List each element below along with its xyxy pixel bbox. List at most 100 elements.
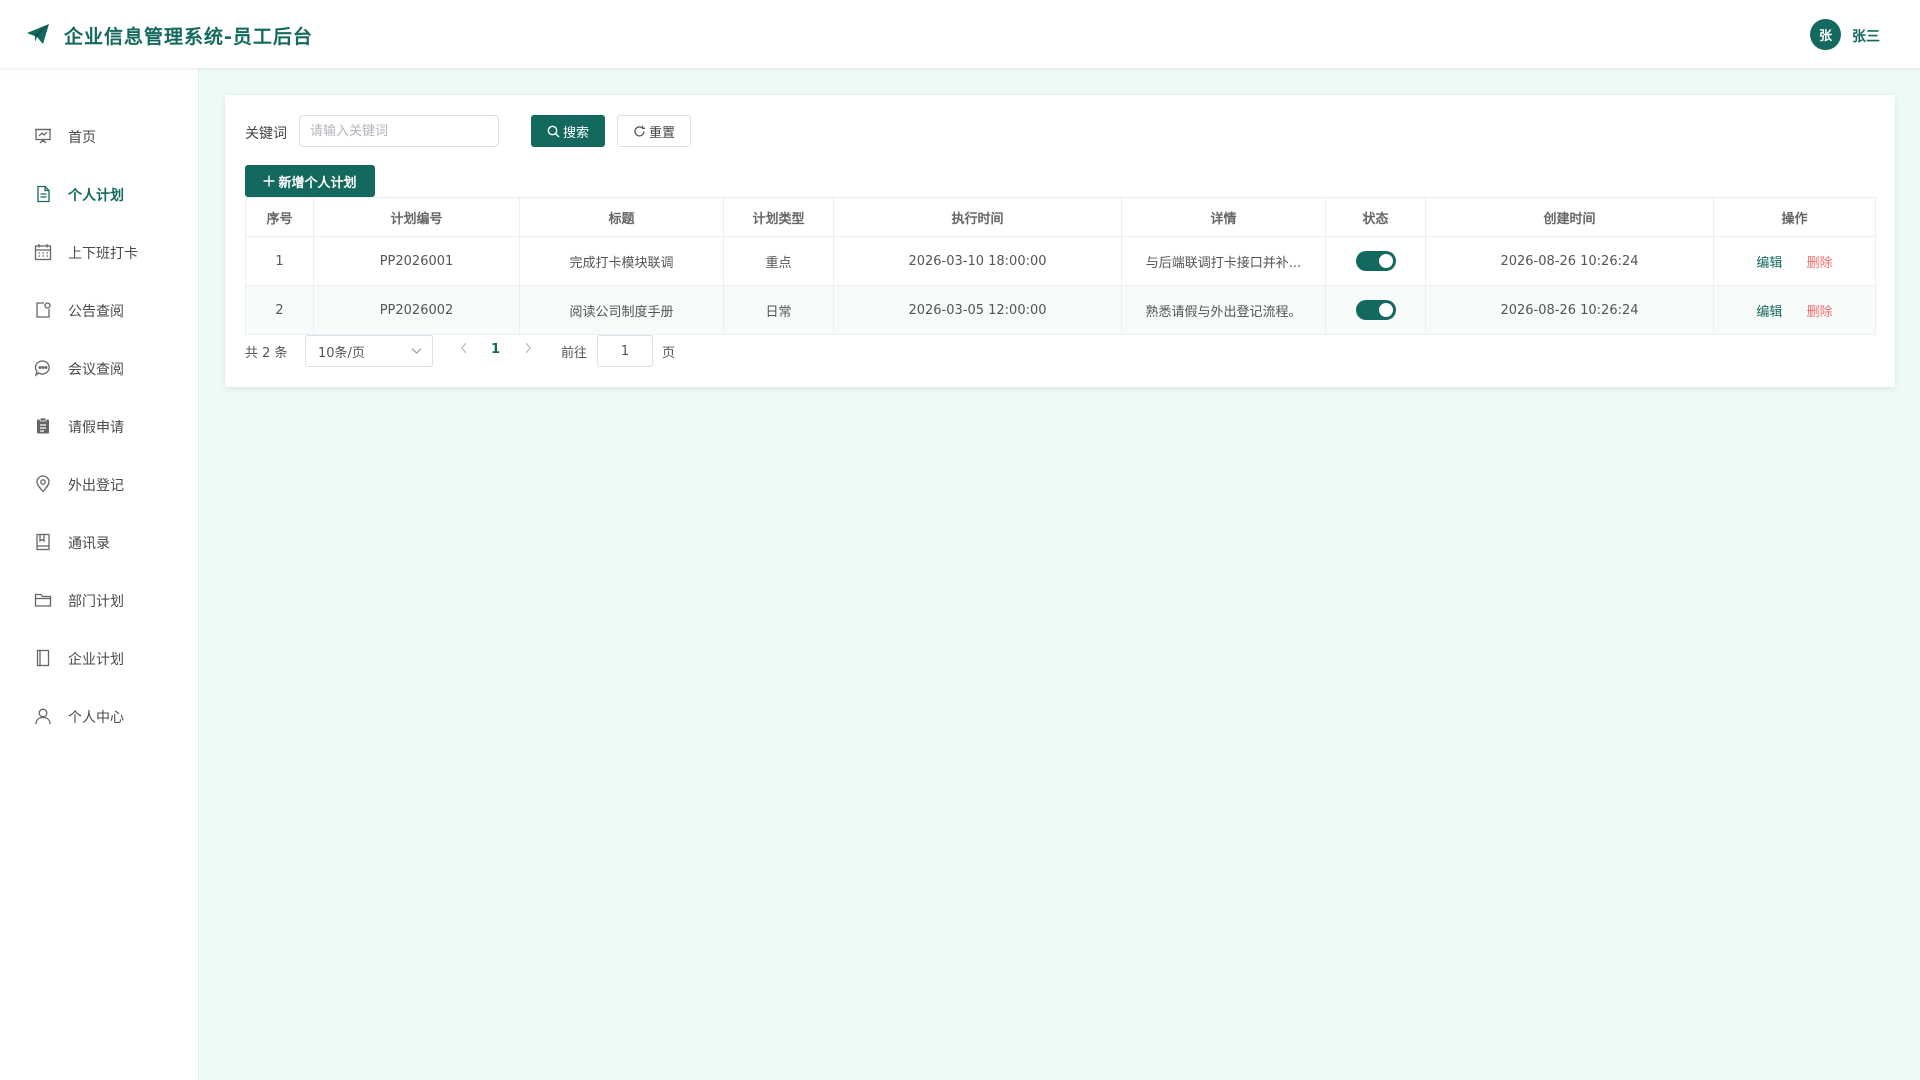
page-size-select[interactable]: 10条/页	[305, 335, 433, 367]
table-header-row: 序号 计划编号 标题 计划类型 执行时间 详情 状态 创建时间 操作	[245, 197, 1876, 237]
sidebar-item-label: 外出登记	[68, 478, 124, 494]
add-plan-button-label: 新增个人计划	[278, 175, 357, 191]
sidebar-item-personal-plan[interactable]: 个人计划	[0, 174, 199, 214]
cell-actions: 编辑 删除	[1713, 236, 1876, 286]
goto-label: 前往	[561, 346, 588, 361]
sidebar-item-outing[interactable]: 外出登记	[0, 464, 199, 504]
cell-type: 重点	[723, 236, 834, 286]
sidebar-item-leave[interactable]: 请假申请	[0, 406, 199, 446]
sidebar-item-dept-plan[interactable]: 部门计划	[0, 580, 199, 620]
cell-status	[1325, 236, 1426, 286]
cell-title: 完成打卡模块联调	[519, 236, 724, 286]
column-header-index: 序号	[245, 197, 314, 237]
toggle-knob	[1378, 303, 1393, 317]
search-button-label: 搜索	[562, 125, 589, 141]
cell-created: 2026-08-26 10:26:24	[1425, 285, 1714, 335]
calendar-icon	[34, 244, 52, 261]
column-header-status: 状态	[1325, 197, 1426, 237]
keyword-label: 关键词	[245, 126, 287, 142]
sidebar-item-label: 通讯录	[68, 536, 110, 552]
edit-link[interactable]: 编辑	[1756, 305, 1782, 320]
cell-code: PP2026002	[313, 285, 520, 335]
goto-page-input[interactable]	[597, 335, 653, 367]
table-row: 1 PP2026001 完成打卡模块联调 重点 2026-03-10 18:00…	[245, 236, 1876, 286]
search-button[interactable]: 搜索	[531, 115, 605, 147]
page-unit-label: 页	[662, 346, 676, 361]
sidebar-item-label: 部门计划	[68, 594, 124, 610]
document-icon	[37, 185, 50, 203]
paper-plane-icon	[27, 24, 49, 44]
total-count: 共 2 条	[245, 346, 288, 361]
sidebar-item-contacts[interactable]: 通讯录	[0, 522, 199, 562]
notebook-icon	[36, 533, 50, 551]
column-header-title: 标题	[519, 197, 724, 237]
cell-actions: 编辑 删除	[1713, 285, 1876, 335]
cell-exec-time: 2026-03-10 18:00:00	[833, 236, 1122, 286]
search-icon	[547, 125, 560, 137]
book-icon	[36, 649, 50, 667]
sidebar-item-meetings[interactable]: 会议查阅	[0, 348, 199, 388]
sidebar-item-clock-in[interactable]: 上下班打卡	[0, 232, 199, 272]
page-number-current[interactable]: 1	[491, 342, 500, 357]
content-card: 关键词 搜索 重置 新增个人计划 序号 计划编号 标题 计划类型 执行	[225, 95, 1895, 387]
reset-button-label: 重置	[648, 125, 675, 141]
cell-index: 2	[245, 285, 314, 335]
sidebar: 首页 个人计划 上下班打卡 公告查阅 会议查阅 请假申请 外出登记 通讯录 部门…	[0, 68, 199, 1080]
status-toggle[interactable]	[1355, 300, 1396, 320]
cell-title: 阅读公司制度手册	[519, 285, 724, 335]
location-icon	[36, 475, 50, 493]
sidebar-item-label: 请假申请	[68, 420, 124, 436]
add-plan-button[interactable]: 新增个人计划	[245, 165, 375, 197]
delete-link[interactable]: 删除	[1807, 256, 1833, 271]
sidebar-item-label: 会议查阅	[68, 362, 124, 378]
column-header-type: 计划类型	[723, 197, 834, 237]
chevron-right-icon[interactable]	[523, 341, 533, 355]
clipboard-icon	[37, 417, 49, 434]
cell-detail: 与后端联调打卡接口并补...	[1121, 236, 1326, 286]
edit-link[interactable]: 编辑	[1756, 256, 1782, 271]
sidebar-item-home[interactable]: 首页	[0, 116, 199, 156]
sidebar-item-label: 企业计划	[68, 652, 124, 668]
sidebar-item-profile[interactable]: 个人中心	[0, 696, 199, 736]
toggle-knob	[1378, 254, 1393, 268]
username[interactable]: 张三	[1852, 26, 1880, 46]
sidebar-item-label: 首页	[68, 130, 96, 146]
cell-exec-time: 2026-03-05 12:00:00	[833, 285, 1122, 335]
delete-link[interactable]: 删除	[1807, 305, 1833, 320]
chevron-left-icon[interactable]	[459, 341, 469, 355]
user-icon	[35, 708, 51, 725]
column-header-exec-time: 执行时间	[833, 197, 1122, 237]
presentation-icon	[35, 128, 51, 144]
column-header-actions: 操作	[1713, 197, 1876, 237]
keyword-input[interactable]	[299, 115, 499, 147]
page-size-value: 10条/页	[318, 345, 365, 361]
folder-icon	[34, 593, 52, 607]
column-header-code: 计划编号	[313, 197, 520, 237]
refresh-icon	[634, 125, 645, 136]
reset-button[interactable]: 重置	[617, 115, 691, 147]
cell-created: 2026-08-26 10:26:24	[1425, 236, 1714, 286]
cell-code: PP2026001	[313, 236, 520, 286]
sidebar-item-label: 公告查阅	[68, 304, 124, 320]
cell-type: 日常	[723, 285, 834, 335]
table-row: 2 PP2026002 阅读公司制度手册 日常 2026-03-05 12:00…	[245, 285, 1876, 335]
sidebar-item-label: 上下班打卡	[68, 246, 138, 262]
cell-detail: 熟悉请假与外出登记流程。	[1121, 285, 1326, 335]
avatar[interactable]: 张	[1810, 19, 1841, 50]
notice-icon	[36, 302, 51, 318]
chevron-down-icon	[411, 348, 422, 354]
column-header-detail: 详情	[1121, 197, 1326, 237]
app-title: 企业信息管理系统-员工后台	[64, 26, 313, 48]
cell-index: 1	[245, 236, 314, 286]
sidebar-item-label: 个人中心	[68, 710, 124, 726]
plus-icon	[263, 175, 275, 187]
top-header: 企业信息管理系统-员工后台 张 张三	[0, 0, 1920, 68]
column-header-created: 创建时间	[1425, 197, 1714, 237]
sidebar-item-label: 个人计划	[68, 188, 124, 204]
plan-table: 序号 计划编号 标题 计划类型 执行时间 详情 状态 创建时间 操作 1 PP2…	[245, 197, 1876, 335]
cell-status	[1325, 285, 1426, 335]
status-toggle[interactable]	[1355, 251, 1396, 271]
sidebar-item-notices[interactable]: 公告查阅	[0, 290, 199, 330]
chat-icon	[34, 360, 50, 377]
sidebar-item-company-plan[interactable]: 企业计划	[0, 638, 199, 678]
